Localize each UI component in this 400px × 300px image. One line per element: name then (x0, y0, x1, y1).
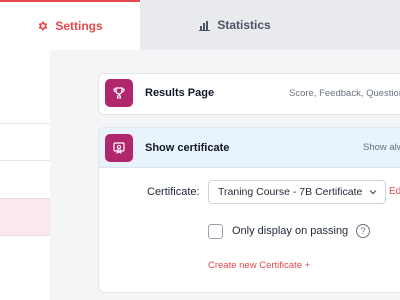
certificate-label: Certificate: (147, 186, 200, 198)
results-page-title: Results Page (145, 87, 215, 99)
trophy-icon (105, 79, 133, 107)
only-passing-checkbox[interactable] (208, 224, 223, 239)
certificate-select-value: Traning Course - 7B Certificate (218, 186, 363, 198)
show-certificate-card: Show certificate Show alw Certificate: T… (98, 127, 400, 293)
certificate-row: Certificate: Traning Course - 7B Certifi… (99, 180, 400, 206)
tab-settings-label: Settings (55, 19, 103, 33)
bar-chart-icon (199, 19, 211, 31)
results-page-description: Score, Feedback, Question (289, 87, 400, 99)
show-certificate-description: Show alw (363, 142, 400, 153)
only-passing-label[interactable]: Only display on passing (232, 225, 348, 237)
left-sidebar (0, 50, 50, 300)
show-certificate-header[interactable]: Show certificate Show alw (99, 128, 400, 168)
edit-certificate-link[interactable]: Ed (389, 186, 400, 197)
tab-statistics-label: Statistics (217, 18, 271, 32)
sidebar-divider (0, 160, 50, 161)
chevron-down-icon (369, 190, 377, 195)
tab-settings[interactable]: Settings (0, 0, 140, 50)
tab-bar: Settings Statistics (0, 0, 400, 50)
question-circle-icon[interactable]: ? (356, 224, 370, 238)
sidebar-item-selected[interactable] (0, 198, 50, 236)
gear-icon (37, 20, 49, 32)
only-passing-row: Only display on passing ? (99, 223, 400, 243)
results-page-card[interactable]: Results Page Score, Feedback, Question (98, 73, 400, 115)
sidebar-divider (0, 123, 50, 124)
certificate-icon (105, 133, 133, 162)
create-certificate-link[interactable]: Create new Certificate + (208, 260, 310, 271)
tab-statistics[interactable]: Statistics (140, 0, 400, 50)
results-page-header[interactable]: Results Page Score, Feedback, Question (99, 74, 400, 112)
show-certificate-title: Show certificate (145, 141, 230, 154)
certificate-select[interactable]: Traning Course - 7B Certificate (208, 180, 386, 204)
